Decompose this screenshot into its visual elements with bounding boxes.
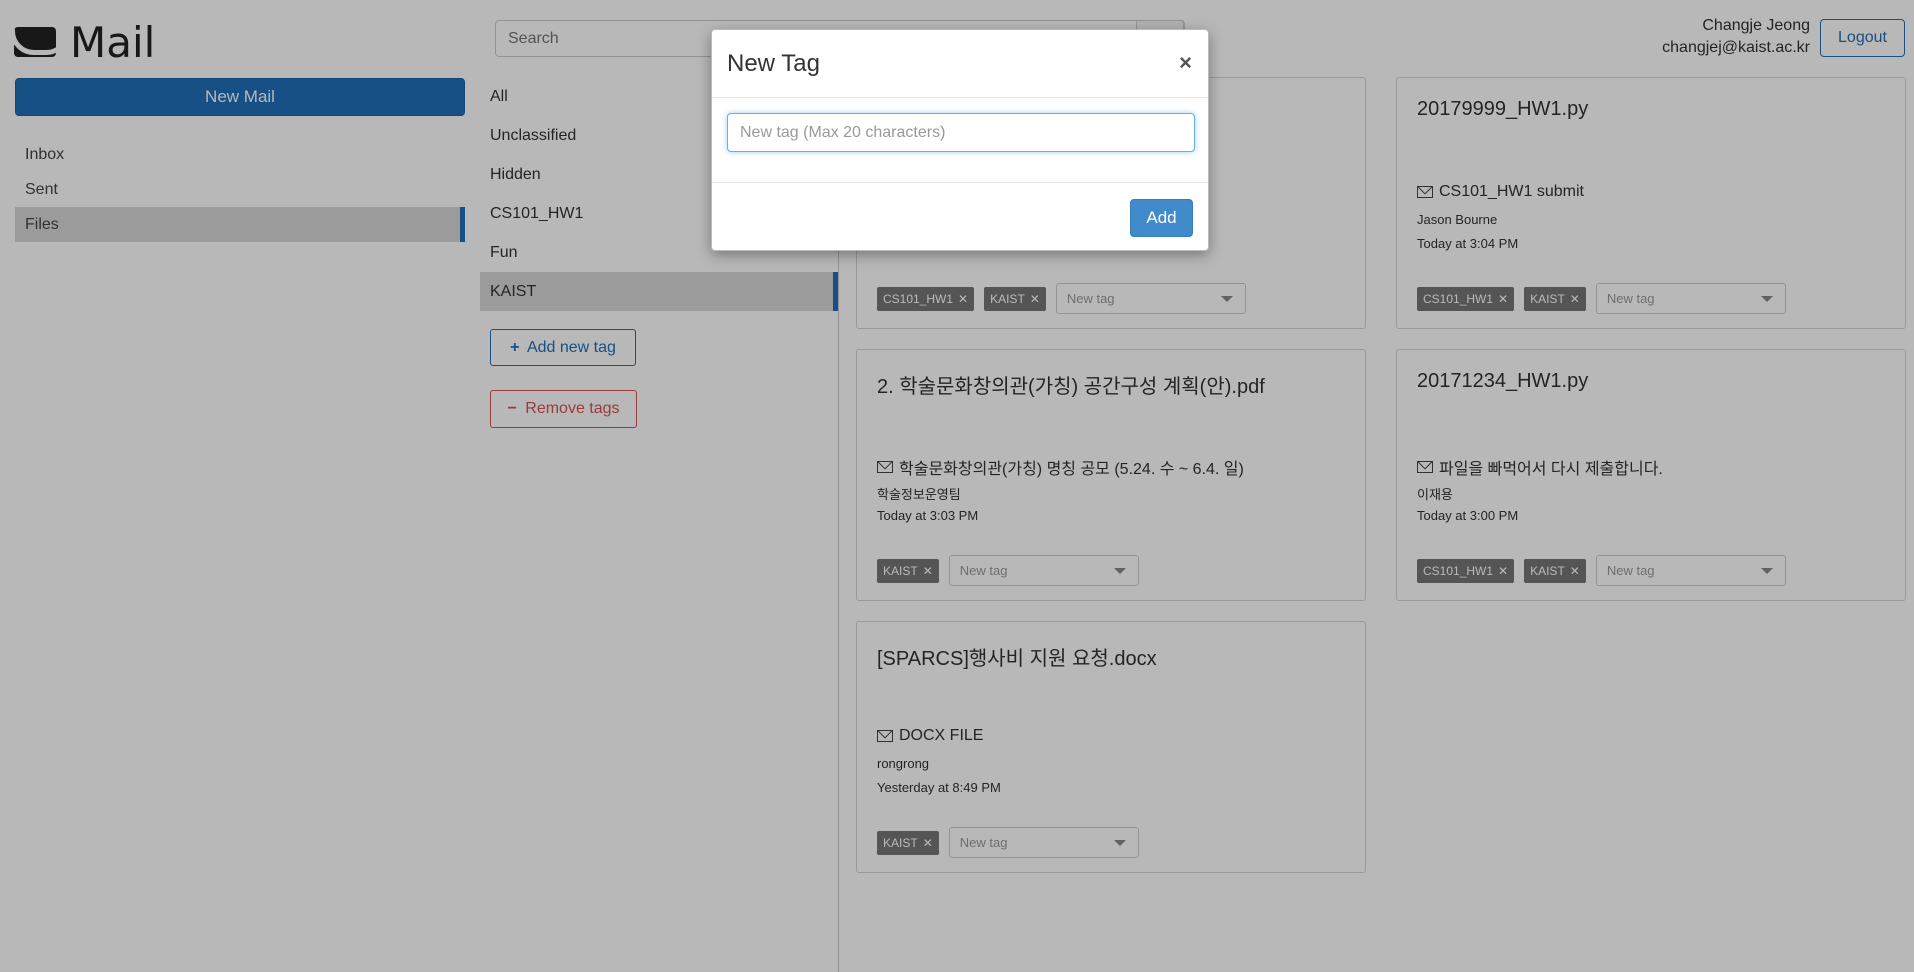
modal-footer: Add: [712, 183, 1208, 251]
close-icon[interactable]: ×: [1179, 52, 1192, 74]
modal-title: New Tag: [727, 50, 820, 77]
new-tag-modal: New Tag × Add: [711, 29, 1209, 251]
modal-header: New Tag ×: [712, 30, 1208, 98]
new-tag-input[interactable]: [727, 113, 1195, 152]
modal-body: [712, 98, 1208, 183]
add-tag-button[interactable]: Add: [1130, 199, 1193, 237]
